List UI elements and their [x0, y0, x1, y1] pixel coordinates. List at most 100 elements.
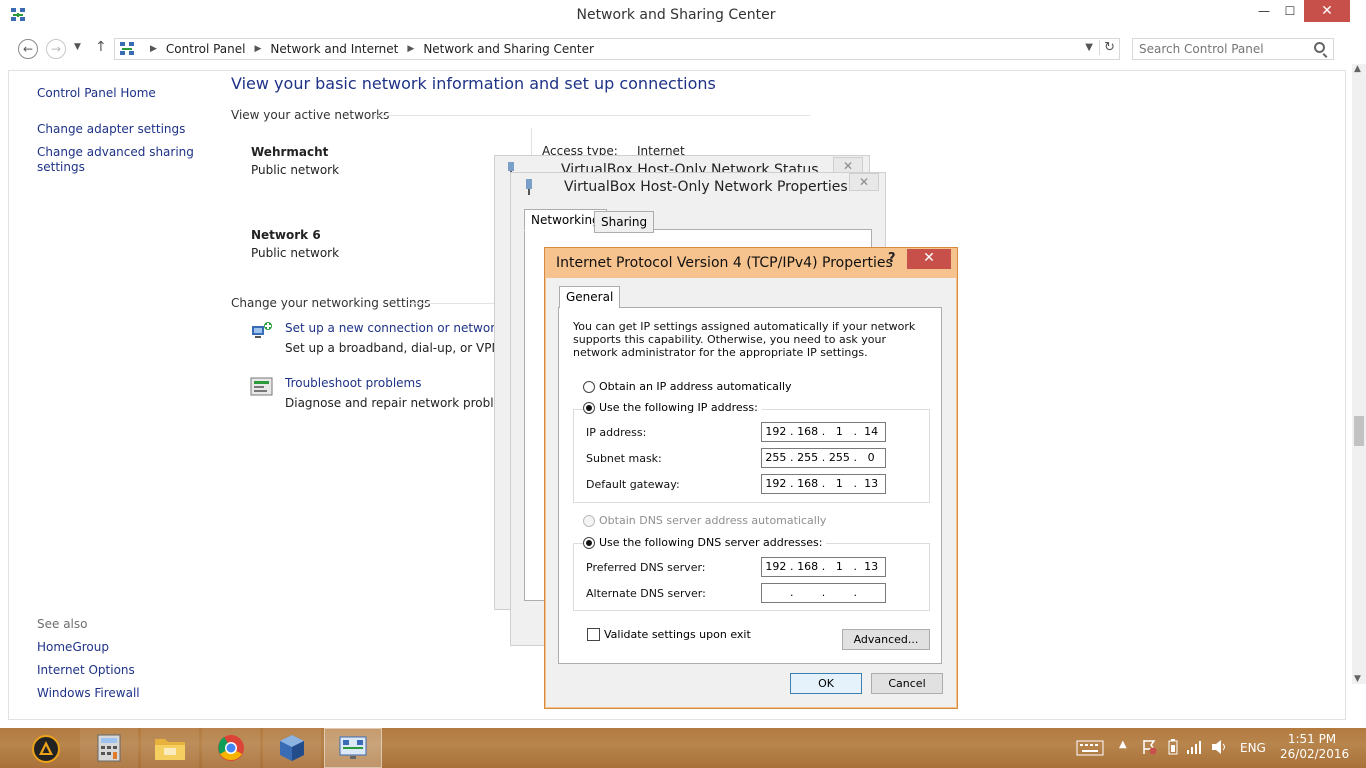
close-button[interactable]: ✕	[1304, 0, 1350, 22]
network-signal-icon[interactable]	[1186, 739, 1204, 758]
search-box[interactable]	[1132, 38, 1334, 60]
volume-icon[interactable]	[1211, 739, 1229, 758]
troubleshoot-icon	[250, 377, 273, 396]
taskbar-aimp[interactable]	[18, 728, 74, 768]
taskbar-file-explorer[interactable]	[141, 728, 199, 768]
alternate-dns-field[interactable]: . . .	[761, 583, 886, 603]
radio-on-icon[interactable]	[583, 401, 595, 414]
new-connection-icon	[252, 322, 272, 338]
ip-address-field[interactable]: 192. 168. 1. 14	[761, 422, 886, 442]
ipv4-title-bar: Internet Protocol Version 4 (TCP/IPv4) P…	[545, 248, 957, 278]
cancel-button[interactable]: Cancel	[871, 673, 943, 694]
validate-settings-checkbox[interactable]: Validate settings upon exit	[587, 628, 751, 641]
default-gateway-label: Default gateway:	[586, 478, 680, 491]
use-following-dns-radio[interactable]: Use the following DNS server addresses:	[583, 536, 827, 549]
clock-time: 1:51 PM	[1287, 732, 1337, 746]
radio-on-icon[interactable]	[583, 536, 595, 549]
minimize-button[interactable]: —	[1252, 0, 1276, 22]
breadcrumb-network-and-internet[interactable]: Network and Internet	[270, 42, 398, 56]
network-category-link[interactable]: Public network	[251, 246, 339, 260]
subnet-mask-label: Subnet mask:	[586, 452, 662, 465]
refresh-icon[interactable]: ↻	[1099, 40, 1115, 55]
taskbar: ▲ ENG 1:51 PM 26/02/2016	[0, 728, 1366, 768]
maximize-button[interactable]: ☐	[1278, 0, 1302, 22]
keyboard-icon[interactable]	[1076, 740, 1104, 759]
chevron-right-icon[interactable]: ▶	[150, 44, 157, 56]
divider	[374, 115, 810, 116]
chrome-icon	[218, 735, 244, 761]
radio-disabled-icon[interactable]	[583, 514, 595, 527]
breadcrumb-network-sharing-center[interactable]: Network and Sharing Center	[423, 42, 594, 56]
ipv4-dialog-title: Internet Protocol Version 4 (TCP/IPv4) P…	[556, 255, 893, 271]
subnet-mask-field[interactable]: 255. 255. 255. 0	[761, 448, 886, 468]
scroll-down-icon[interactable]: ▼	[1354, 674, 1361, 684]
tab-general[interactable]: General	[559, 286, 621, 308]
network-name: Wehrmacht	[251, 145, 329, 159]
help-button[interactable]: ?	[888, 251, 896, 266]
address-box[interactable]: ▶ Control Panel ▶ Network and Internet ▶…	[114, 38, 1120, 60]
internet-options-link[interactable]: Internet Options	[37, 663, 135, 677]
setup-connection-desc: Set up a broadband, dial-up, or VPN conn…	[285, 341, 494, 355]
change-advanced-sharing-link[interactable]: Change advanced sharing	[37, 145, 194, 159]
setup-connection-link[interactable]: Set up a new connection or network	[285, 321, 502, 335]
obtain-ip-auto-radio[interactable]: Obtain an IP address automatically	[583, 380, 792, 393]
ok-button[interactable]: OK	[790, 673, 862, 694]
network-category-link[interactable]: Public network	[251, 163, 339, 177]
preferred-dns-field[interactable]: 192. 168. 1. 13	[761, 557, 886, 577]
search-input[interactable]	[1139, 41, 1309, 57]
search-icon[interactable]	[1314, 42, 1325, 53]
preferred-dns-label: Preferred DNS server:	[586, 561, 706, 574]
page-title: View your basic network information and …	[231, 74, 716, 93]
action-center-icon[interactable]	[1141, 739, 1157, 758]
troubleshoot-desc: Diagnose and repair network problems, or…	[285, 396, 494, 410]
clock[interactable]: 1:51 PM 26/02/2016	[1280, 732, 1349, 762]
troubleshoot-link[interactable]: Troubleshoot problems	[285, 376, 421, 390]
use-following-ip-radio[interactable]: Use the following IP address:	[583, 401, 762, 414]
checkbox-unchecked-icon[interactable]	[587, 628, 600, 641]
advanced-button[interactable]: Advanced...	[842, 629, 930, 650]
forward-button[interactable]: →	[46, 39, 66, 59]
up-button[interactable]: ↑	[95, 39, 107, 55]
ipv4-close-button[interactable]: ✕	[907, 249, 951, 269]
scroll-thumb[interactable]	[1354, 416, 1364, 446]
control-panel-icon	[339, 736, 367, 759]
chevron-right-icon[interactable]: ▶	[407, 44, 414, 56]
taskbar-control-panel[interactable]	[324, 728, 382, 768]
change-advanced-sharing-link-2[interactable]: settings	[37, 160, 85, 174]
homegroup-link[interactable]: HomeGroup	[37, 640, 109, 654]
see-also-label: See also	[37, 617, 88, 631]
chevron-right-icon[interactable]: ▶	[255, 44, 262, 56]
back-button[interactable]: ←	[18, 39, 38, 59]
properties-close-button[interactable]: ✕	[849, 173, 879, 191]
control-panel-home-link[interactable]: Control Panel Home	[37, 86, 156, 100]
virtualbox-icon	[280, 735, 304, 761]
aimp-icon	[32, 735, 60, 763]
control-panel-icon	[120, 42, 134, 55]
taskbar-calculator[interactable]	[80, 728, 138, 768]
default-gateway-field[interactable]: 192. 168. 1. 13	[761, 474, 886, 494]
calculator-icon	[97, 734, 121, 762]
chevron-down-icon[interactable]: ▼	[1085, 42, 1093, 53]
general-tab-panel: You can get IP settings assigned automat…	[558, 307, 942, 664]
divider	[531, 128, 532, 158]
breadcrumb-control-panel[interactable]: Control Panel	[166, 42, 246, 56]
taskbar-virtualbox[interactable]	[263, 728, 321, 768]
tab-sharing[interactable]: Sharing	[594, 211, 655, 233]
breadcrumb: ▶ Control Panel ▶ Network and Internet ▶…	[141, 42, 594, 56]
battery-icon[interactable]	[1168, 739, 1178, 758]
network-name: Network 6	[251, 228, 321, 242]
obtain-dns-auto-radio[interactable]: Obtain DNS server address automatically	[583, 514, 826, 527]
recent-locations-button[interactable]: ▼	[74, 42, 81, 52]
network-adapter-icon	[526, 179, 532, 195]
vertical-scrollbar[interactable]: ▲ ▼	[1352, 64, 1366, 684]
scroll-up-icon[interactable]: ▲	[1354, 64, 1361, 74]
address-bar: ← → ▼ ↑ ▶ Control Panel ▶ Network and In…	[0, 34, 1352, 64]
language-indicator[interactable]: ENG	[1240, 741, 1266, 755]
alternate-dns-label: Alternate DNS server:	[586, 587, 706, 600]
taskbar-chrome[interactable]	[202, 728, 260, 768]
windows-firewall-link[interactable]: Windows Firewall	[37, 686, 140, 700]
change-adapter-settings-link[interactable]: Change adapter settings	[37, 122, 185, 136]
radio-off-icon[interactable]	[583, 380, 595, 393]
show-hidden-icons-icon[interactable]: ▲	[1119, 739, 1127, 750]
intro-text: You can get IP settings assigned automat…	[573, 320, 916, 359]
